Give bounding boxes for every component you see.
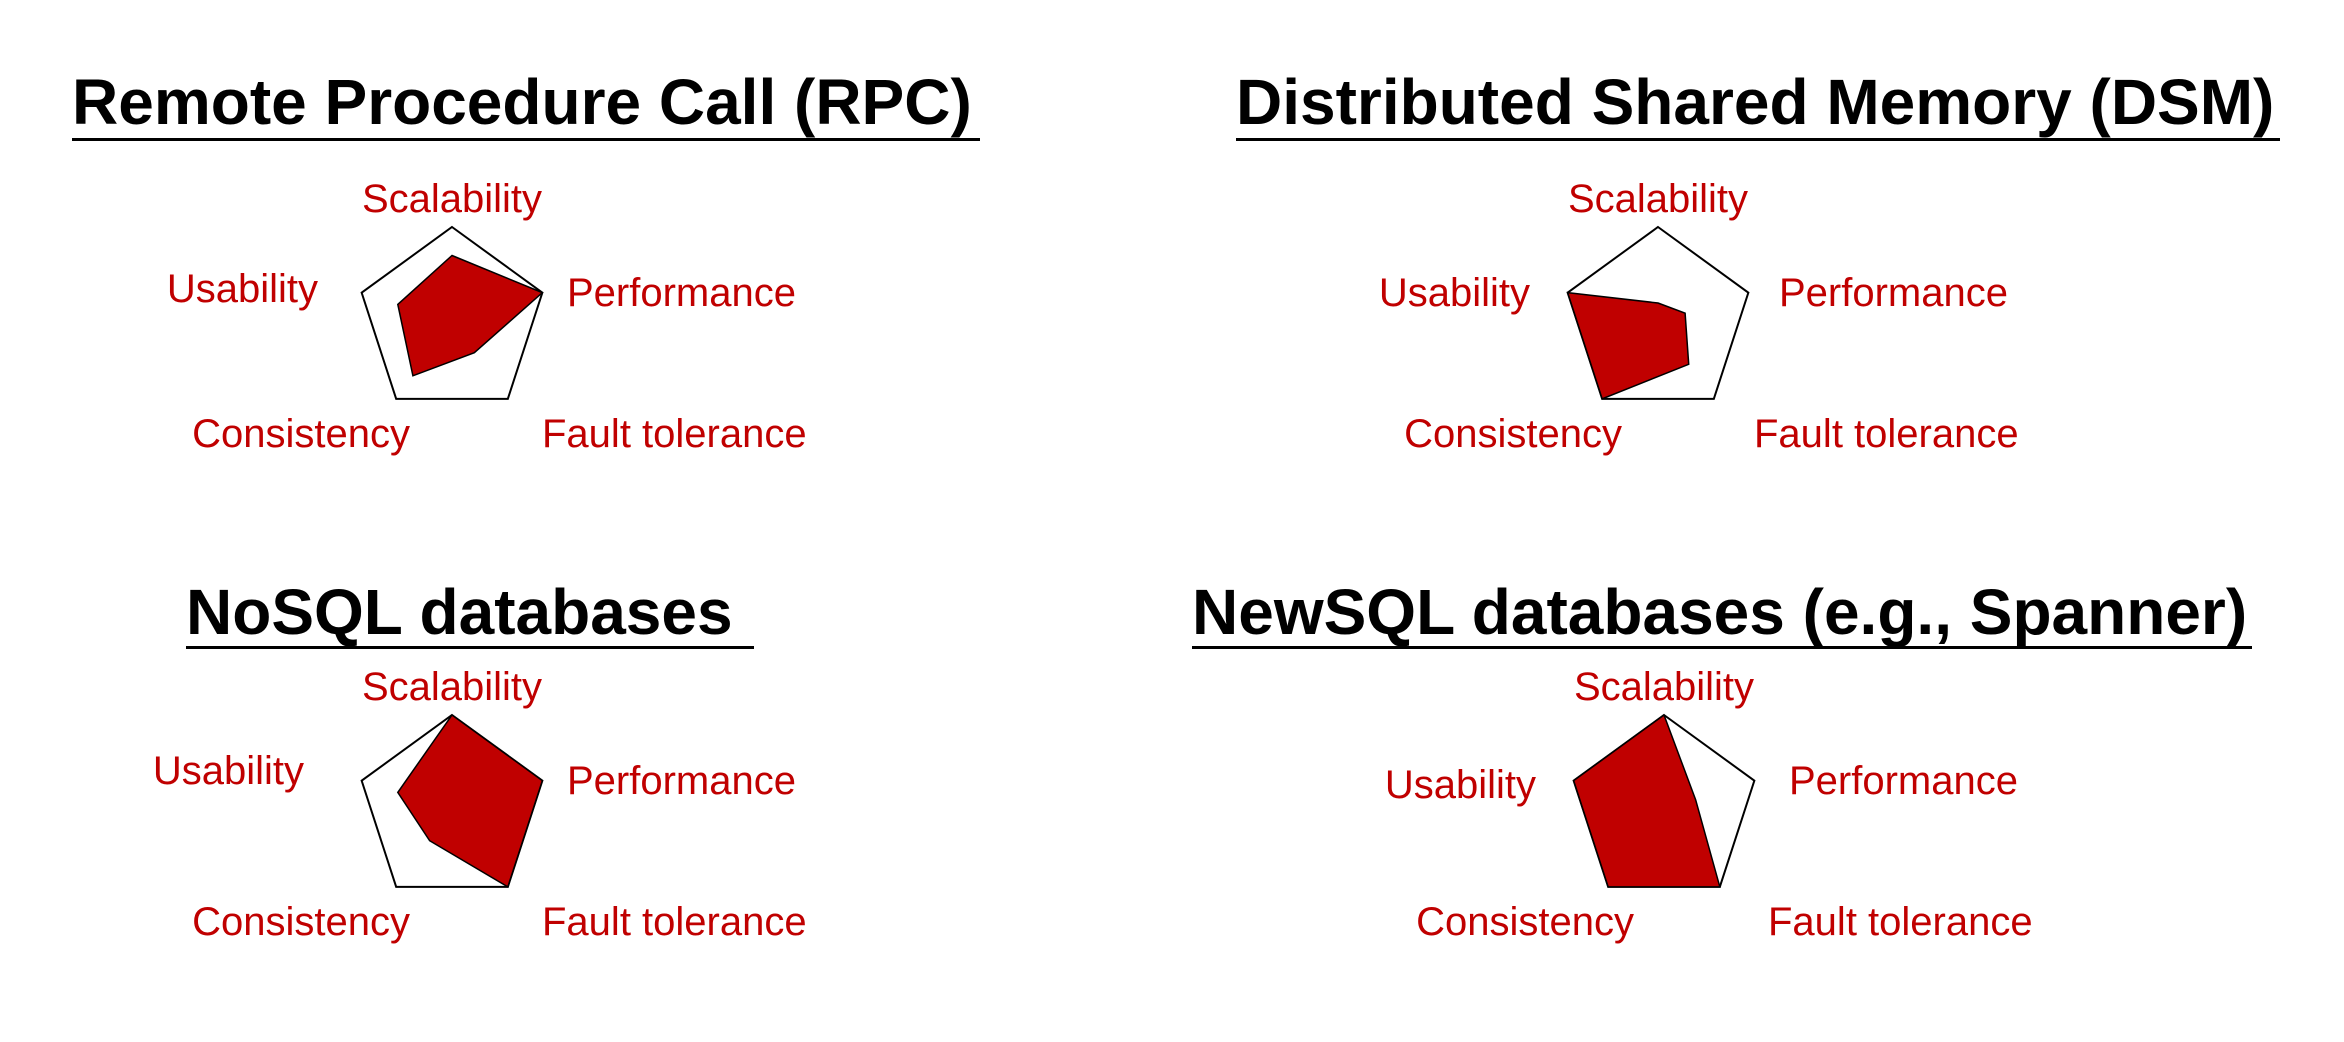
axis-label: Scalability xyxy=(1574,665,1754,709)
axis-label: Consistency xyxy=(1416,900,1634,944)
chart-grid: Remote Procedure Call (RPC) Scalability P… xyxy=(0,0,2344,1042)
axis-label: Performance xyxy=(1789,759,2018,803)
axis-label: Usability xyxy=(1385,763,1536,807)
axis-label: Fault tolerance xyxy=(1768,900,2033,944)
radar-chart: Scalability Performance Fault tolerance Con… xyxy=(1385,665,2033,944)
